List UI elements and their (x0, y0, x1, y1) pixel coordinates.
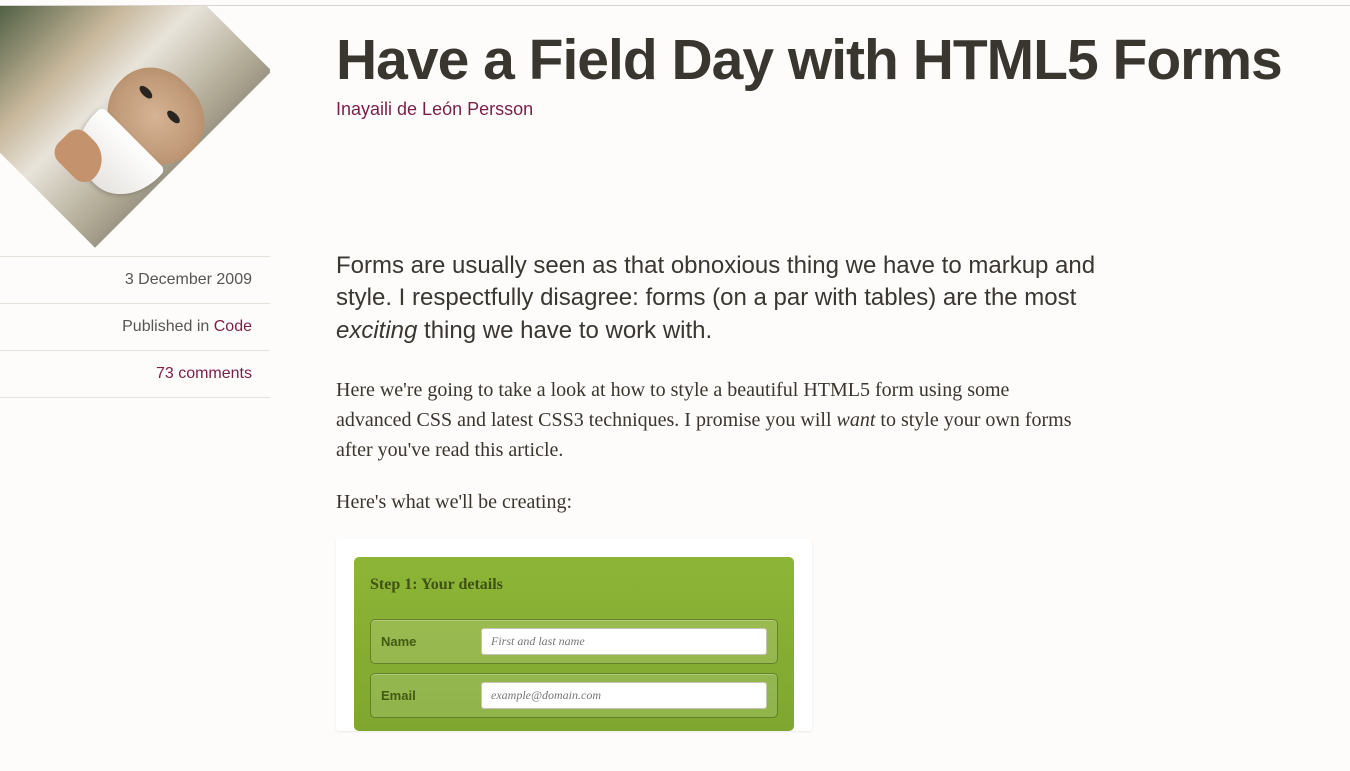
publish-date: 3 December 2009 (125, 271, 252, 288)
comments-link[interactable]: 73 comments (156, 365, 252, 382)
published-in-label: Published in (122, 318, 214, 335)
form-panel: Step 1: Your details Name Email (354, 557, 794, 731)
form-legend: Step 1: Your details (370, 573, 778, 597)
email-label: Email (381, 686, 481, 706)
page-layout: 3 December 2009 Published in Code 73 com… (0, 6, 1350, 771)
form-preview-figure: Step 1: Your details Name Email (336, 539, 812, 731)
body-paragraph: Here's what we'll be creating: (336, 487, 1076, 517)
name-label: Name (381, 632, 481, 652)
form-row-name: Name (370, 619, 778, 664)
name-input[interactable] (481, 628, 767, 655)
article-content: Have a Field Day with HTML5 Forms Inayai… (270, 6, 1350, 771)
meta-date-row: 3 December 2009 (0, 256, 270, 303)
article-title: Have a Field Day with HTML5 Forms (336, 31, 1290, 91)
body-paragraph: Here we're going to take a look at how t… (336, 375, 1076, 465)
article-body: Here we're going to take a look at how t… (336, 375, 1076, 731)
sidebar: 3 December 2009 Published in Code 73 com… (0, 6, 270, 398)
email-input[interactable] (481, 682, 767, 709)
category-link[interactable]: Code (214, 318, 252, 335)
meta-category-row: Published in Code (0, 303, 270, 350)
meta-comments-row: 73 comments (0, 350, 270, 398)
form-row-email: Email (370, 673, 778, 718)
author-link[interactable]: Inayaili de León Persson (336, 99, 533, 119)
article-lede: Forms are usually seen as that obnoxious… (336, 250, 1096, 347)
author-avatar (0, 6, 270, 256)
